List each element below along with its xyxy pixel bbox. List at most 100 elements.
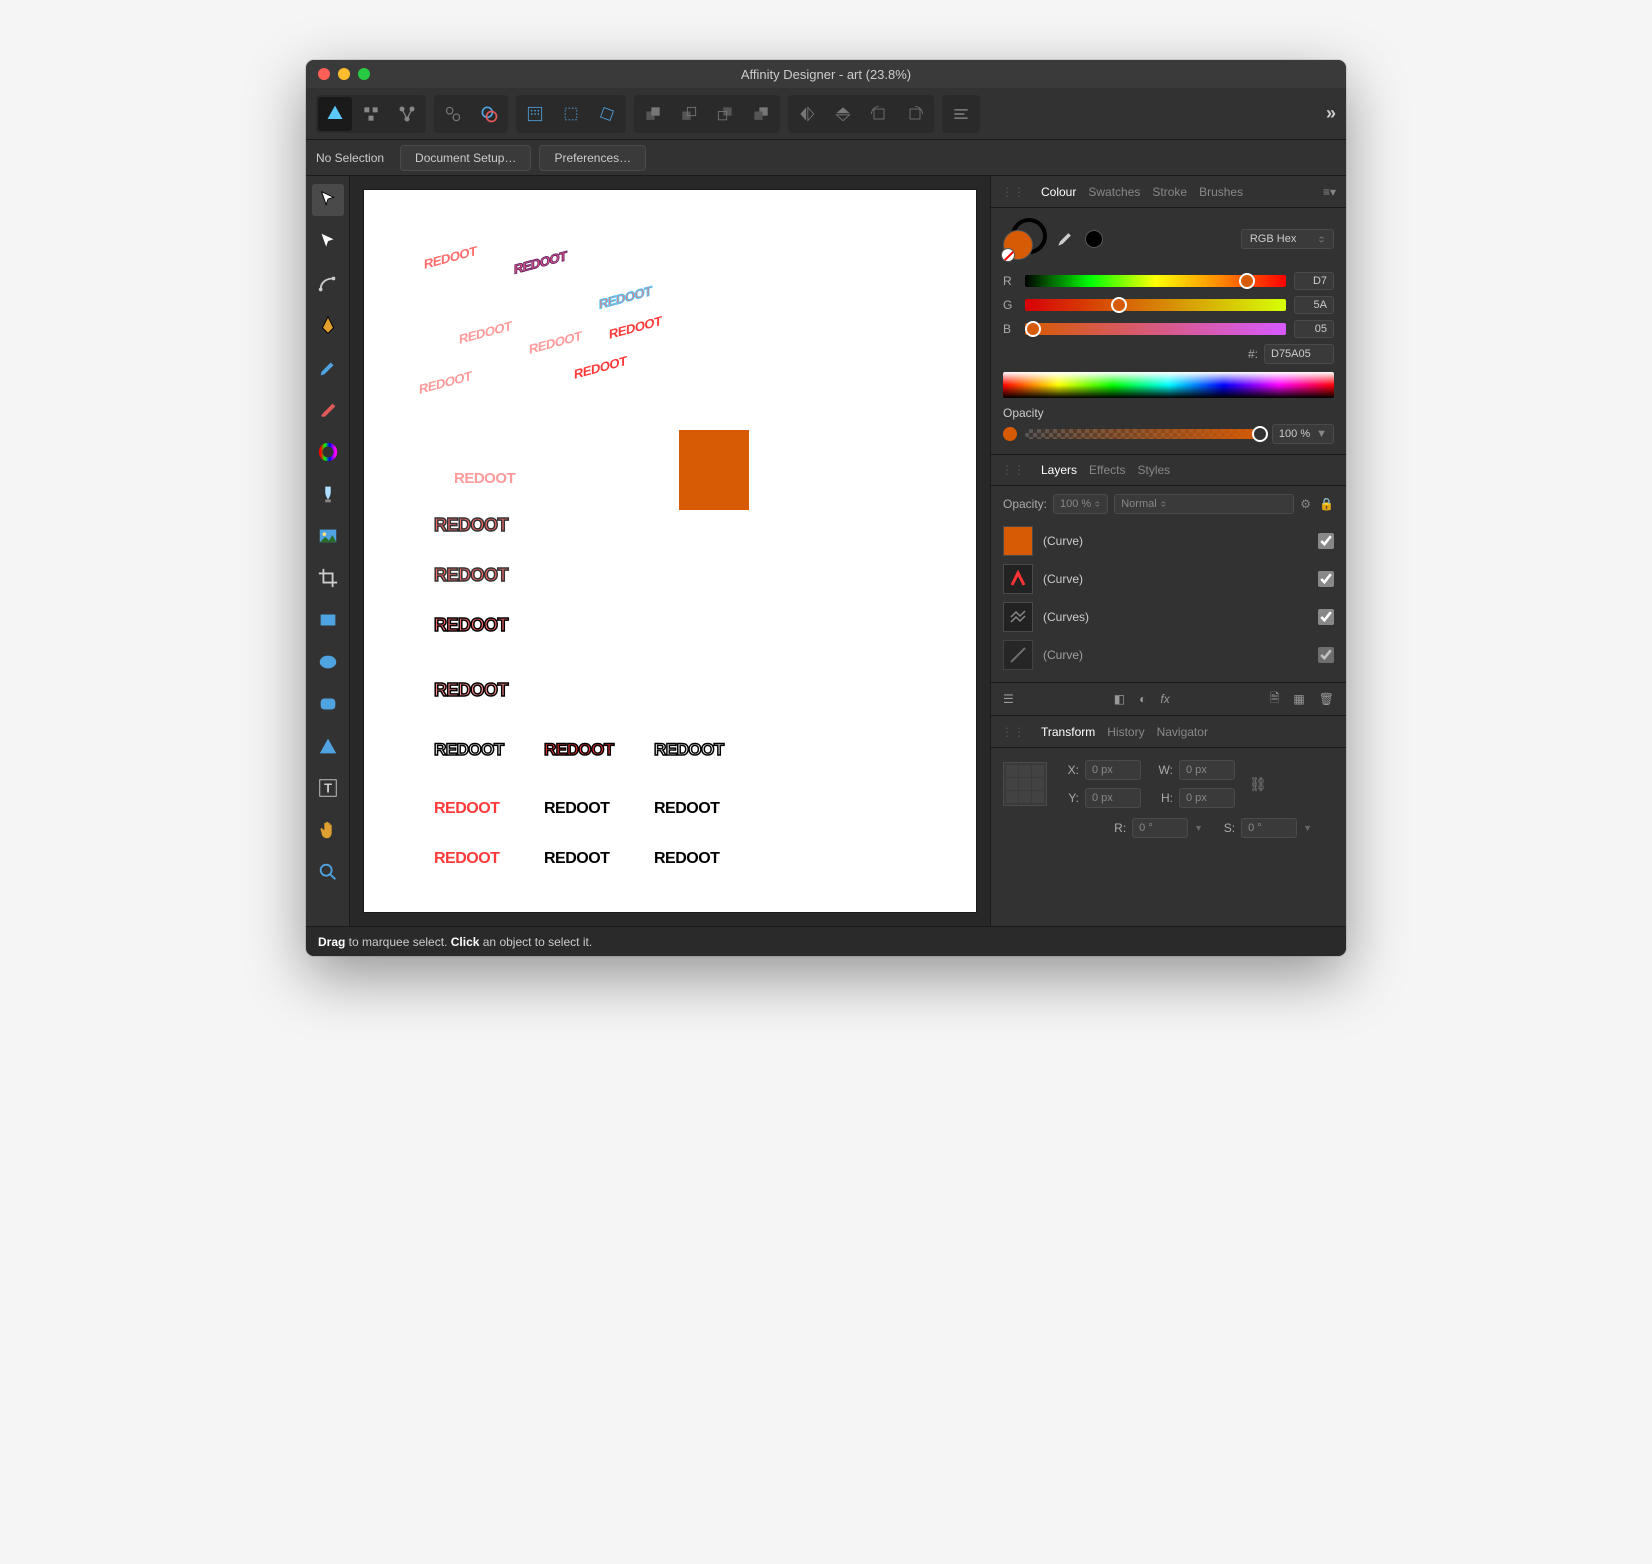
- toolbar-overflow-button[interactable]: »: [1326, 103, 1336, 124]
- opacity-value[interactable]: 100 %▼: [1272, 424, 1334, 444]
- b-slider[interactable]: [1025, 323, 1286, 335]
- canvas-viewport[interactable]: REDOOT REDOOT REDOOT REDOOT REDOOT REDOO…: [350, 176, 990, 926]
- hex-input[interactable]: [1264, 344, 1334, 364]
- document-setup-button[interactable]: Document Setup…: [400, 145, 531, 171]
- transform-y-input[interactable]: [1085, 788, 1141, 808]
- g-slider[interactable]: [1025, 299, 1286, 311]
- boolean-add-button[interactable]: [436, 97, 470, 131]
- new-pixel-layer-icon[interactable]: ▦: [1293, 692, 1304, 706]
- r-value[interactable]: D7: [1294, 272, 1334, 290]
- designer-persona-button[interactable]: [318, 97, 352, 131]
- snap-grid-button[interactable]: [518, 97, 552, 131]
- flip-horizontal-button[interactable]: [790, 97, 824, 131]
- gear-icon[interactable]: ⚙: [1300, 497, 1311, 511]
- opacity-slider[interactable]: [1025, 429, 1264, 439]
- move-backward-button[interactable]: [708, 97, 742, 131]
- spectrum-bar[interactable]: [1003, 372, 1334, 398]
- tab-brushes[interactable]: Brushes: [1199, 185, 1243, 199]
- layer-row[interactable]: (Curve): [1003, 560, 1334, 598]
- flip-vertical-button[interactable]: [826, 97, 860, 131]
- mask-icon[interactable]: ◧: [1114, 692, 1125, 706]
- tab-navigator[interactable]: Navigator: [1157, 725, 1208, 739]
- recent-color-chip[interactable]: [1085, 230, 1103, 248]
- pencil-tool[interactable]: [312, 352, 344, 384]
- snap-guides-button[interactable]: [554, 97, 588, 131]
- g-value[interactable]: 5A: [1294, 296, 1334, 314]
- layer-visibility-checkbox[interactable]: [1318, 533, 1334, 549]
- rotate-ccw-button[interactable]: [862, 97, 896, 131]
- zoom-window-button[interactable]: [358, 68, 370, 80]
- brush-tool[interactable]: [312, 394, 344, 426]
- transform-x-input[interactable]: [1085, 760, 1141, 780]
- r-slider[interactable]: [1025, 275, 1286, 287]
- snap-rotation-button[interactable]: [590, 97, 624, 131]
- blend-mode-select[interactable]: Normal: [1114, 494, 1294, 514]
- link-dimensions-icon[interactable]: ⛓: [1249, 776, 1267, 793]
- place-image-tool[interactable]: [312, 520, 344, 552]
- move-to-back-button[interactable]: [744, 97, 778, 131]
- layer-visibility-checkbox[interactable]: [1318, 609, 1334, 625]
- text-tool[interactable]: T: [312, 772, 344, 804]
- art-text: REDOOT: [544, 800, 609, 818]
- tab-swatches[interactable]: Swatches: [1088, 185, 1140, 199]
- tab-styles[interactable]: Styles: [1138, 463, 1171, 477]
- tab-stroke[interactable]: Stroke: [1152, 185, 1187, 199]
- transform-h-input[interactable]: [1179, 788, 1235, 808]
- lock-icon[interactable]: 🔒: [1319, 497, 1334, 511]
- tab-history[interactable]: History: [1107, 725, 1144, 739]
- triangle-tool[interactable]: [312, 730, 344, 762]
- b-value[interactable]: 05: [1294, 320, 1334, 338]
- direct-select-tool[interactable]: [312, 226, 344, 258]
- tab-layers[interactable]: Layers: [1041, 463, 1077, 477]
- color-mode-select[interactable]: RGB Hex: [1241, 229, 1334, 249]
- boolean-subtract-button[interactable]: [472, 97, 506, 131]
- layer-visibility-checkbox[interactable]: [1318, 571, 1334, 587]
- panel-grip-icon[interactable]: ⋮⋮: [1001, 185, 1025, 199]
- minimize-window-button[interactable]: [338, 68, 350, 80]
- ellipse-tool[interactable]: [312, 646, 344, 678]
- color-picker-tool[interactable]: [312, 436, 344, 468]
- new-layer-icon[interactable]: 🗎: [1270, 689, 1280, 710]
- layer-visibility-checkbox[interactable]: [1318, 647, 1334, 663]
- move-tool[interactable]: [312, 184, 344, 216]
- transform-s-input[interactable]: [1241, 818, 1297, 838]
- layer-row[interactable]: (Curve): [1003, 522, 1334, 560]
- panel-grip-icon[interactable]: ⋮⋮: [1001, 725, 1025, 739]
- export-persona-button[interactable]: [390, 97, 424, 131]
- tab-colour[interactable]: Colour: [1041, 185, 1076, 199]
- rectangle-tool[interactable]: [312, 604, 344, 636]
- adjustment-icon[interactable]: ◐: [1139, 692, 1146, 706]
- hand-tool[interactable]: [312, 814, 344, 846]
- layers-stack-icon[interactable]: ☰: [1003, 692, 1014, 706]
- layer-row[interactable]: (Curve): [1003, 636, 1334, 674]
- rounded-rectangle-tool[interactable]: [312, 688, 344, 720]
- move-forward-button[interactable]: [672, 97, 706, 131]
- panel-menu-icon[interactable]: ≡▾: [1323, 185, 1336, 199]
- pen-tool[interactable]: [312, 310, 344, 342]
- eyedropper-icon[interactable]: [1055, 229, 1075, 249]
- transparency-tool[interactable]: [312, 478, 344, 510]
- fx-icon[interactable]: fx: [1160, 692, 1169, 706]
- node-tool[interactable]: [312, 268, 344, 300]
- r-label: R: [1003, 274, 1017, 288]
- tab-transform[interactable]: Transform: [1041, 725, 1095, 739]
- tab-effects[interactable]: Effects: [1089, 463, 1125, 477]
- move-to-front-button[interactable]: [636, 97, 670, 131]
- transform-w-input[interactable]: [1179, 760, 1235, 780]
- preferences-button[interactable]: Preferences…: [539, 145, 646, 171]
- layer-thumbnail: [1003, 564, 1033, 594]
- fill-stroke-selector[interactable]: [1003, 218, 1045, 260]
- rotate-cw-button[interactable]: [898, 97, 932, 131]
- layer-row[interactable]: (Curves): [1003, 598, 1334, 636]
- transform-r-input[interactable]: [1132, 818, 1188, 838]
- artboard[interactable]: REDOOT REDOOT REDOOT REDOOT REDOOT REDOO…: [364, 190, 976, 912]
- zoom-tool[interactable]: [312, 856, 344, 888]
- pixel-persona-button[interactable]: [354, 97, 388, 131]
- crop-tool[interactable]: [312, 562, 344, 594]
- close-window-button[interactable]: [318, 68, 330, 80]
- anchor-widget[interactable]: [1003, 762, 1047, 806]
- layer-opacity-select[interactable]: 100 %: [1053, 494, 1108, 514]
- align-button[interactable]: [944, 97, 978, 131]
- panel-grip-icon[interactable]: ⋮⋮: [1001, 463, 1025, 477]
- delete-layer-icon[interactable]: 🗑: [1319, 692, 1334, 706]
